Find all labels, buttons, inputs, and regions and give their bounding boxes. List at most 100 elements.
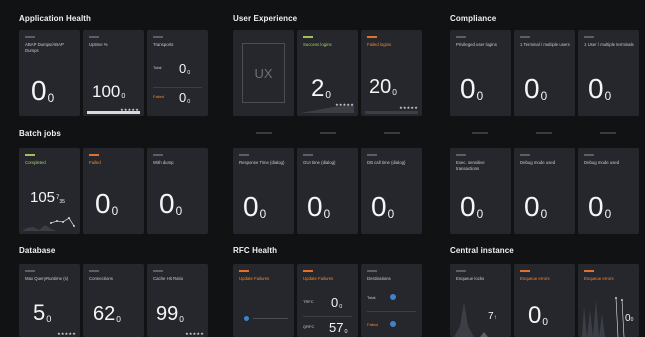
- tile-debug-mode-used-2[interactable]: Debug mode used 00: [578, 148, 639, 234]
- separator: [536, 132, 552, 134]
- max-query-value: 50: [33, 300, 52, 325]
- separator: [472, 132, 488, 134]
- transports-total-value: 00: [179, 61, 191, 76]
- db-call-time-value: 00: [371, 191, 395, 222]
- max-query-rating-stars: ★★★★★: [57, 331, 76, 336]
- uptime-value: 1000: [92, 82, 126, 101]
- tile-one-user-multiple-terminals[interactable]: 1 User / multiple terminals 00: [578, 30, 639, 116]
- section-title-central-instance: Central instance: [450, 246, 514, 255]
- tile-label: Debug mode used: [584, 160, 620, 165]
- qrfc-label: QRFC: [303, 324, 315, 329]
- tile-failed-logins[interactable]: Failed logins 200 ★★★★★: [361, 30, 422, 116]
- tile-label: 1 User / multiple terminals: [584, 42, 634, 47]
- destinations-total-dot-icon: [390, 294, 396, 300]
- section-title-compliance: Compliance: [450, 14, 497, 23]
- tile-cache-hit-ratio[interactable]: Cache Hit Ratio 990 ★★★★★: [147, 264, 208, 337]
- tile-enqueue-errors-1[interactable]: Enqueue errors 00: [514, 264, 575, 337]
- status-dot-icon: [244, 316, 249, 321]
- trfc-value: 00: [331, 295, 343, 310]
- tile-rfc-update-failures-1[interactable]: Update Failures: [233, 264, 294, 337]
- tile-batch-with-dump[interactable]: With dump 00: [147, 148, 208, 234]
- tile-rfc-destinations[interactable]: Destinations Total Failed: [361, 264, 422, 337]
- section-title-user-experience: User Experience: [233, 14, 298, 23]
- tile-abap-dumps[interactable]: ABAP Dumps/ABAP Dumps 00: [19, 30, 80, 116]
- qrfc-value: 570: [329, 320, 348, 335]
- tile-gui-time[interactable]: GUI time (dialog) 00: [297, 148, 358, 234]
- section-title-rfc-health: RFC Health: [233, 246, 278, 255]
- tile-response-time[interactable]: Response Time (dialog) 00: [233, 148, 294, 234]
- tile-label: Max QueryRuntime (s): [25, 276, 69, 281]
- destinations-total-label: Total: [367, 295, 376, 300]
- one-user-value: 00: [588, 73, 612, 104]
- separator: [600, 132, 616, 134]
- tile-label: Enqueue errors: [520, 276, 550, 281]
- tile-db-call-time[interactable]: DB call time (dialog) 00: [361, 148, 422, 234]
- tile-label: Response Time (dialog): [239, 160, 285, 165]
- tile-label: Update Failures: [303, 276, 334, 281]
- divider: [367, 311, 416, 312]
- tile-label: GUI time (dialog): [303, 160, 336, 165]
- divider: [303, 316, 352, 317]
- enqueue-errors-1-value: 00: [528, 302, 548, 329]
- section-title-batch-jobs: Batch jobs: [19, 129, 61, 138]
- debug-mode-1-value: 00: [524, 191, 548, 222]
- uptime-progress-fill: [87, 111, 140, 114]
- tile-max-query-runtime[interactable]: Max QueryRuntime (s) 50 ★★★★★: [19, 264, 80, 337]
- tile-batch-completed[interactable]: Completed 105735: [19, 148, 80, 234]
- tile-label: Connections: [89, 276, 113, 281]
- ux-placeholder-frame: UX: [242, 43, 285, 103]
- tile-exec-sensitive-transactions[interactable]: Exec. sensitive transactions 00: [450, 148, 511, 234]
- tile-enqueue-errors-2[interactable]: Enqueue errors 00: [578, 264, 639, 337]
- tile-label: With dump: [153, 160, 174, 165]
- abap-dumps-value: 00: [31, 75, 55, 106]
- tile-label: Destinations: [367, 276, 391, 281]
- response-time-value: 00: [243, 191, 267, 222]
- tile-batch-failed[interactable]: Failed 00: [83, 148, 144, 234]
- tile-label: Transports: [153, 42, 174, 47]
- privileged-logins-value: 00: [460, 73, 484, 104]
- tile-uptime[interactable]: Uptime % 1000 ★★★★★: [83, 30, 144, 116]
- connections-value: 620: [93, 303, 121, 325]
- failed-logins-value: 200: [369, 76, 397, 98]
- tile-one-terminal-multiple-users[interactable]: 1 Terminal / multiple users 00: [514, 30, 575, 116]
- tile-transports[interactable]: Transports Total 00 Failed 00: [147, 30, 208, 116]
- divider: [253, 318, 288, 319]
- enqueue-errors-chart: [582, 297, 625, 337]
- section-title-application-health: Application Health: [19, 14, 92, 23]
- tile-success-logins[interactable]: Success logins 20 ★★★★★: [297, 30, 358, 116]
- debug-mode-2-value: 00: [588, 191, 612, 222]
- tile-label: Privileged user logins: [456, 42, 497, 47]
- tile-rfc-update-failures-2[interactable]: Update Failures TRFC 00 QRFC 570: [297, 264, 358, 337]
- success-logins-rating-stars: ★★★★★: [335, 102, 354, 107]
- failed-logins-bar: [365, 111, 418, 114]
- batch-failed-value: 00: [95, 188, 119, 219]
- gui-time-value: 00: [307, 191, 331, 222]
- ux-placeholder-label: UX: [254, 65, 273, 81]
- trfc-label: TRFC: [303, 299, 314, 304]
- tile-label: Exec. sensitive transactions: [456, 160, 485, 171]
- enqueue-errors-2-value: 00: [625, 313, 634, 324]
- batch-with-dump-value: 00: [159, 188, 183, 219]
- tile-privileged-user-logins[interactable]: Privileged user logins 00: [450, 30, 511, 116]
- failed-logins-rating-stars: ★★★★★: [399, 105, 418, 110]
- one-terminal-value: 00: [524, 73, 548, 104]
- enqueue-locks-chart: [454, 302, 488, 337]
- tile-label: 1 Terminal / multiple users: [520, 42, 570, 47]
- transports-failed-value: 00: [179, 90, 191, 105]
- transports-total-label: Total: [153, 65, 162, 70]
- enqueue-locks-value: 7↑: [488, 311, 497, 322]
- destinations-failed-dot-icon: [390, 321, 396, 327]
- tile-label: ABAP Dumps/ABAP Dumps: [25, 42, 64, 53]
- tile-debug-mode-used-1[interactable]: Debug mode used 00: [514, 148, 575, 234]
- exec-sensitive-value: 00: [460, 191, 484, 222]
- tile-label: Failed logins: [367, 42, 392, 47]
- tile-label: Update Failures: [239, 276, 270, 281]
- cache-hit-rating-stars: ★★★★★: [185, 331, 204, 336]
- destinations-failed-label: Failed: [367, 322, 378, 327]
- tile-connections[interactable]: Connections 620: [83, 264, 144, 337]
- tile-enqueue-locks[interactable]: Enqueue locks 7↑: [450, 264, 511, 337]
- section-title-database: Database: [19, 246, 56, 255]
- tile-label: Cache Hit Ratio: [153, 276, 184, 281]
- tile-ux-placeholder: UX: [233, 30, 294, 116]
- transports-failed-label: Failed: [153, 94, 164, 99]
